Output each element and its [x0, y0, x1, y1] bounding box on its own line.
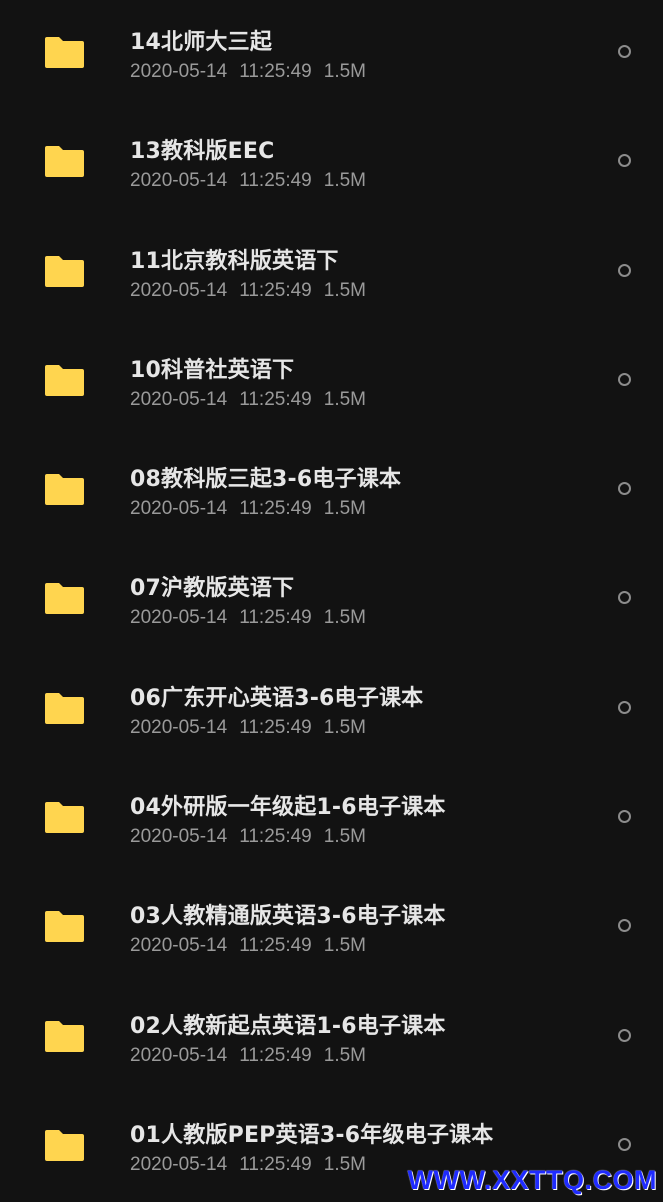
file-meta: 2020-05-14 11:25:49 1.5M	[130, 170, 378, 192]
file-name: 07沪教版英语下	[130, 576, 295, 602]
folder-icon	[44, 363, 85, 397]
file-time: 11:25:49	[239, 1044, 312, 1066]
file-meta: 2020-05-14 11:25:49 1.5M	[130, 717, 378, 739]
file-date: 2020-05-14	[130, 498, 228, 520]
file-row[interactable]: 03人教精通版英语3-6电子课本 2020-05-14 11:25:49 1.5M	[0, 874, 663, 983]
file-date: 2020-05-14	[130, 61, 228, 82]
file-name: 02人教新起点英语1-6电子课本	[130, 1013, 446, 1039]
file-meta: 2020-05-14 11:25:49 1.5M	[130, 1045, 378, 1067]
file-date: 2020-05-14	[130, 388, 228, 410]
file-name: 01人教版PEP英语3-6年级电子课本	[130, 1122, 494, 1148]
folder-icon	[44, 691, 85, 725]
file-name: 06广东开心英语3-6电子课本	[130, 685, 424, 711]
radio-unchecked-icon[interactable]	[618, 482, 631, 496]
folder-icon	[44, 909, 85, 943]
file-name: 11北京教科版英语下	[130, 248, 339, 274]
file-size: 1.5M	[323, 607, 367, 629]
file-meta: 2020-05-14 11:25:49 1.5M	[130, 607, 378, 629]
file-size: 1.5M	[323, 170, 367, 192]
file-size: 1.5M	[323, 1044, 367, 1066]
file-meta: 2020-05-14 11:25:49 1.5M	[130, 280, 378, 302]
file-size: 1.5M	[323, 388, 367, 410]
file-time: 11:25:49	[239, 279, 312, 301]
watermark: WWW.XXTTQ.COM	[407, 1165, 657, 1195]
file-name: 10科普社英语下	[130, 357, 295, 383]
radio-unchecked-icon[interactable]	[618, 919, 631, 933]
radio-unchecked-icon[interactable]	[618, 45, 631, 58]
file-time: 11:25:49	[239, 935, 312, 957]
file-meta: 2020-05-14 11:25:49 1.5M	[130, 61, 378, 83]
file-row[interactable]: 14北师大三起 2020-05-14 11:25:49 1.5M	[0, 0, 663, 109]
file-name: 03人教精通版英语3-6电子课本	[130, 904, 446, 930]
file-time: 11:25:49	[239, 1153, 312, 1175]
file-row[interactable]: 04外研版一年级起1-6电子课本 2020-05-14 11:25:49 1.5M	[0, 765, 663, 874]
file-time: 11:25:49	[239, 607, 312, 629]
file-date: 2020-05-14	[130, 716, 228, 738]
folder-icon	[44, 254, 85, 288]
folder-icon	[44, 581, 85, 615]
file-time: 11:25:49	[239, 498, 312, 520]
file-size: 1.5M	[323, 61, 367, 82]
folder-icon	[44, 144, 85, 178]
folder-icon	[44, 800, 85, 834]
file-row[interactable]: 13教科版EEC 2020-05-14 11:25:49 1.5M	[0, 109, 663, 218]
file-date: 2020-05-14	[130, 607, 228, 629]
file-time: 11:25:49	[239, 388, 312, 410]
file-time: 11:25:49	[239, 61, 312, 82]
radio-unchecked-icon[interactable]	[618, 154, 631, 168]
file-date: 2020-05-14	[130, 279, 228, 301]
file-row[interactable]: 06广东开心英语3-6电子课本 2020-05-14 11:25:49 1.5M	[0, 656, 663, 765]
radio-unchecked-icon[interactable]	[618, 810, 631, 824]
file-name: 14北师大三起	[130, 30, 273, 55]
file-date: 2020-05-14	[130, 826, 228, 848]
file-name: 04外研版一年级起1-6电子课本	[130, 795, 446, 821]
file-row[interactable]: 02人教新起点英语1-6电子课本 2020-05-14 11:25:49 1.5M	[0, 984, 663, 1093]
file-row[interactable]: 07沪教版英语下 2020-05-14 11:25:49 1.5M	[0, 546, 663, 655]
file-meta: 2020-05-14 11:25:49 1.5M	[130, 1154, 378, 1176]
file-row[interactable]: 08教科版三起3-6电子课本 2020-05-14 11:25:49 1.5M	[0, 437, 663, 546]
file-time: 11:25:49	[239, 826, 312, 848]
file-name: 08教科版三起3-6电子课本	[130, 467, 402, 493]
file-size: 1.5M	[323, 279, 367, 301]
folder-icon	[44, 472, 85, 506]
folder-icon	[44, 35, 85, 69]
file-size: 1.5M	[323, 716, 367, 738]
file-size: 1.5M	[323, 826, 367, 848]
file-meta: 2020-05-14 11:25:49 1.5M	[130, 826, 378, 848]
file-name: 13教科版EEC	[130, 139, 275, 165]
file-meta: 2020-05-14 11:25:49 1.5M	[130, 389, 378, 411]
file-list: 14北师大三起 2020-05-14 11:25:49 1.5M 13教科版EEC …	[0, 0, 663, 1202]
radio-unchecked-icon[interactable]	[618, 591, 631, 605]
file-date: 2020-05-14	[130, 1044, 228, 1066]
file-row[interactable]: 10科普社英语下 2020-05-14 11:25:49 1.5M	[0, 328, 663, 437]
radio-unchecked-icon[interactable]	[618, 263, 631, 277]
file-meta: 2020-05-14 11:25:49 1.5M	[130, 498, 378, 520]
file-size: 1.5M	[323, 498, 367, 520]
file-time: 11:25:49	[239, 170, 312, 192]
file-size: 1.5M	[323, 935, 367, 957]
radio-unchecked-icon[interactable]	[618, 700, 631, 714]
file-date: 2020-05-14	[130, 170, 228, 192]
file-time: 11:25:49	[239, 716, 312, 738]
file-date: 2020-05-14	[130, 935, 228, 957]
radio-unchecked-icon[interactable]	[618, 1137, 631, 1151]
radio-unchecked-icon[interactable]	[618, 1028, 631, 1042]
file-meta: 2020-05-14 11:25:49 1.5M	[130, 935, 378, 957]
folder-icon	[44, 1019, 85, 1053]
file-row[interactable]: 11北京教科版英语下 2020-05-14 11:25:49 1.5M	[0, 219, 663, 328]
file-size: 1.5M	[323, 1153, 367, 1175]
file-date: 2020-05-14	[130, 1153, 228, 1175]
radio-unchecked-icon[interactable]	[618, 372, 631, 386]
folder-icon	[44, 1128, 85, 1162]
